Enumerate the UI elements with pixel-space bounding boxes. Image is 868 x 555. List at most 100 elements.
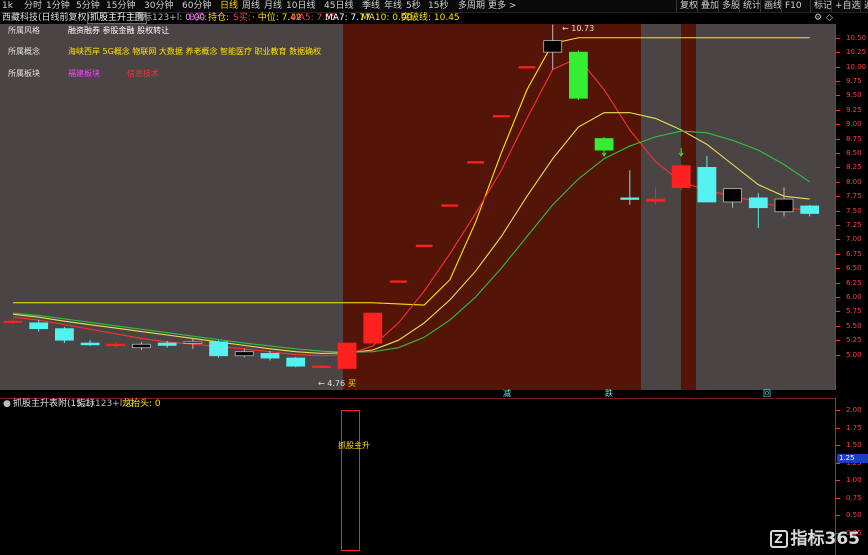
toolbar-item[interactable]: 多周期 <box>458 0 485 12</box>
toolbar-item[interactable]: 15秒 <box>428 0 448 12</box>
zone-gray-mid <box>641 24 681 390</box>
candle-body <box>209 341 229 357</box>
axis-tick <box>836 210 840 212</box>
toolbar-right-item[interactable]: 画线 <box>760 0 782 12</box>
candle-body <box>748 197 768 209</box>
sub-axis-tick-label: 0.75 <box>846 493 862 502</box>
candle-body <box>3 320 23 324</box>
buy-label: B买: <box>189 13 208 23</box>
concept-label: 所属概念 <box>8 47 40 56</box>
toolbar-item[interactable]: 60分钟 <box>182 0 211 12</box>
axis-tick <box>836 66 840 68</box>
axis-tick <box>836 196 840 198</box>
axis-tick-label: 8.00 <box>846 177 862 186</box>
candle-body <box>800 205 820 214</box>
breakout-value: 突破线: 10.45 <box>401 13 460 23</box>
candle-body <box>774 198 794 213</box>
candle-body <box>441 204 459 207</box>
toolbar-item[interactable]: 日线 <box>220 0 238 12</box>
axis-tick-label: 10.50 <box>846 33 867 42</box>
sell-label: S买: <box>233 13 251 23</box>
axis-tick <box>836 80 840 82</box>
sub-axis-tick-label: 0.50 <box>846 511 862 519</box>
sub-settings-icon[interactable]: ● <box>3 398 11 410</box>
low-price-label: ← 4.76 <box>318 379 346 388</box>
toolbar-right-item[interactable]: 叠加 <box>697 0 719 12</box>
toolbar-item[interactable]: 5分钟 <box>76 0 100 12</box>
toolbar-item[interactable]: 1分钟 <box>46 0 70 12</box>
style-value: 融资融券 参股金融 股权转让 <box>68 26 170 35</box>
axis-tick <box>836 340 840 342</box>
toolbar-item[interactable]: 5秒 <box>406 0 421 12</box>
candle-body <box>29 322 49 330</box>
toolbar-right-item[interactable]: 返回 <box>860 0 868 12</box>
sub-indicator-header: ● 抓股主升表附(15,1) 指标123+l: 0 龙抬头: 0 <box>0 398 835 410</box>
watermark-logo-icon: Z <box>769 530 788 548</box>
signal-box <box>341 410 360 551</box>
toolbar-item[interactable]: 季线 <box>362 0 380 12</box>
axis-tick <box>836 253 840 255</box>
signal-reduce: 减 <box>503 389 511 398</box>
candle-body <box>518 66 536 69</box>
candle-body <box>415 244 433 248</box>
axis-tick <box>836 37 840 39</box>
toolbar-item[interactable]: 更多 > <box>488 0 516 12</box>
settings-icon[interactable]: ⚙ <box>814 12 822 24</box>
axis-tick-label: 9.50 <box>846 91 862 100</box>
candle-body <box>55 328 74 341</box>
candle-body <box>467 161 485 164</box>
toolbar-right-item[interactable]: +自选 <box>831 0 861 12</box>
toolbar-item[interactable]: 年线 <box>384 0 402 12</box>
candle-body <box>569 51 588 99</box>
axis-tick-label: 5.00 <box>846 350 862 359</box>
candle-body <box>337 342 357 369</box>
candle-body <box>132 343 151 349</box>
candle-body <box>671 165 691 188</box>
axis-tick <box>836 354 840 356</box>
candle-body <box>492 115 510 118</box>
sub-axis-tick <box>836 515 840 516</box>
sub-axis-tick-label: 1.75 <box>846 423 862 432</box>
sub-axis-tick-label: 1.00 <box>846 476 862 484</box>
toolbar-right-item[interactable]: 统计 <box>739 0 761 12</box>
toolbar-item[interactable]: 1k <box>2 0 13 12</box>
sub-axis-tick <box>836 410 840 411</box>
axis-tick <box>836 224 840 226</box>
toolbar-item[interactable]: 15分钟 <box>106 0 135 12</box>
candle-body <box>697 166 717 203</box>
axis-tick-label: 6.25 <box>846 278 862 287</box>
collapse-icon[interactable]: ◇ <box>826 12 833 24</box>
toolbar-item[interactable]: 10日线 <box>286 0 315 12</box>
zone-uptrend <box>343 24 641 390</box>
zone-strip <box>681 24 696 390</box>
info-panel: 所属风格 融资融券 参股金融 股权转让 所属概念 海峡西岸 5G概念 物联网 大… <box>0 24 343 94</box>
axis-tick-label: 9.00 <box>846 120 862 129</box>
axis-tick-label: 5.50 <box>846 321 862 330</box>
toolbar-right-item[interactable]: 多股 <box>718 0 740 12</box>
stock-name[interactable]: 西藏科技(日线前复权) <box>2 12 90 24</box>
toolbar-item[interactable]: 30分钟 <box>144 0 173 12</box>
axis-tick <box>836 124 840 126</box>
toolbar-item[interactable]: 45日线 <box>324 0 353 12</box>
watermark: Z 指标365 <box>769 524 860 549</box>
sub-axis-tick-label: 1.50 <box>846 441 862 449</box>
toolbar-item[interactable]: 月线 <box>264 0 282 12</box>
axis-tick-label: 7.25 <box>846 220 862 229</box>
toolbar-item[interactable]: 分时 <box>24 0 42 12</box>
axis-tick-label: 8.25 <box>846 163 862 172</box>
candle-body <box>390 280 407 283</box>
toolbar-right-item[interactable]: 复权 <box>676 0 698 12</box>
sub-indicator-panel[interactable]: 抓股主升 <box>0 410 835 555</box>
toolbar-right-item[interactable]: F10 <box>781 0 802 12</box>
high-price-label: ← 10.73 <box>562 24 595 33</box>
buy-marker: 买 <box>348 379 356 388</box>
candle-body <box>80 342 100 346</box>
axis-tick-label: 7.75 <box>846 192 862 201</box>
signal-fall: 跌 <box>605 389 613 398</box>
candle-body <box>311 365 331 369</box>
axis-tick <box>836 296 840 298</box>
toolbar-right-item[interactable]: 标记 <box>810 0 832 12</box>
candle-body <box>286 357 306 367</box>
axis-tick-label: 9.25 <box>846 105 862 114</box>
toolbar-item[interactable]: 周线 <box>242 0 260 12</box>
